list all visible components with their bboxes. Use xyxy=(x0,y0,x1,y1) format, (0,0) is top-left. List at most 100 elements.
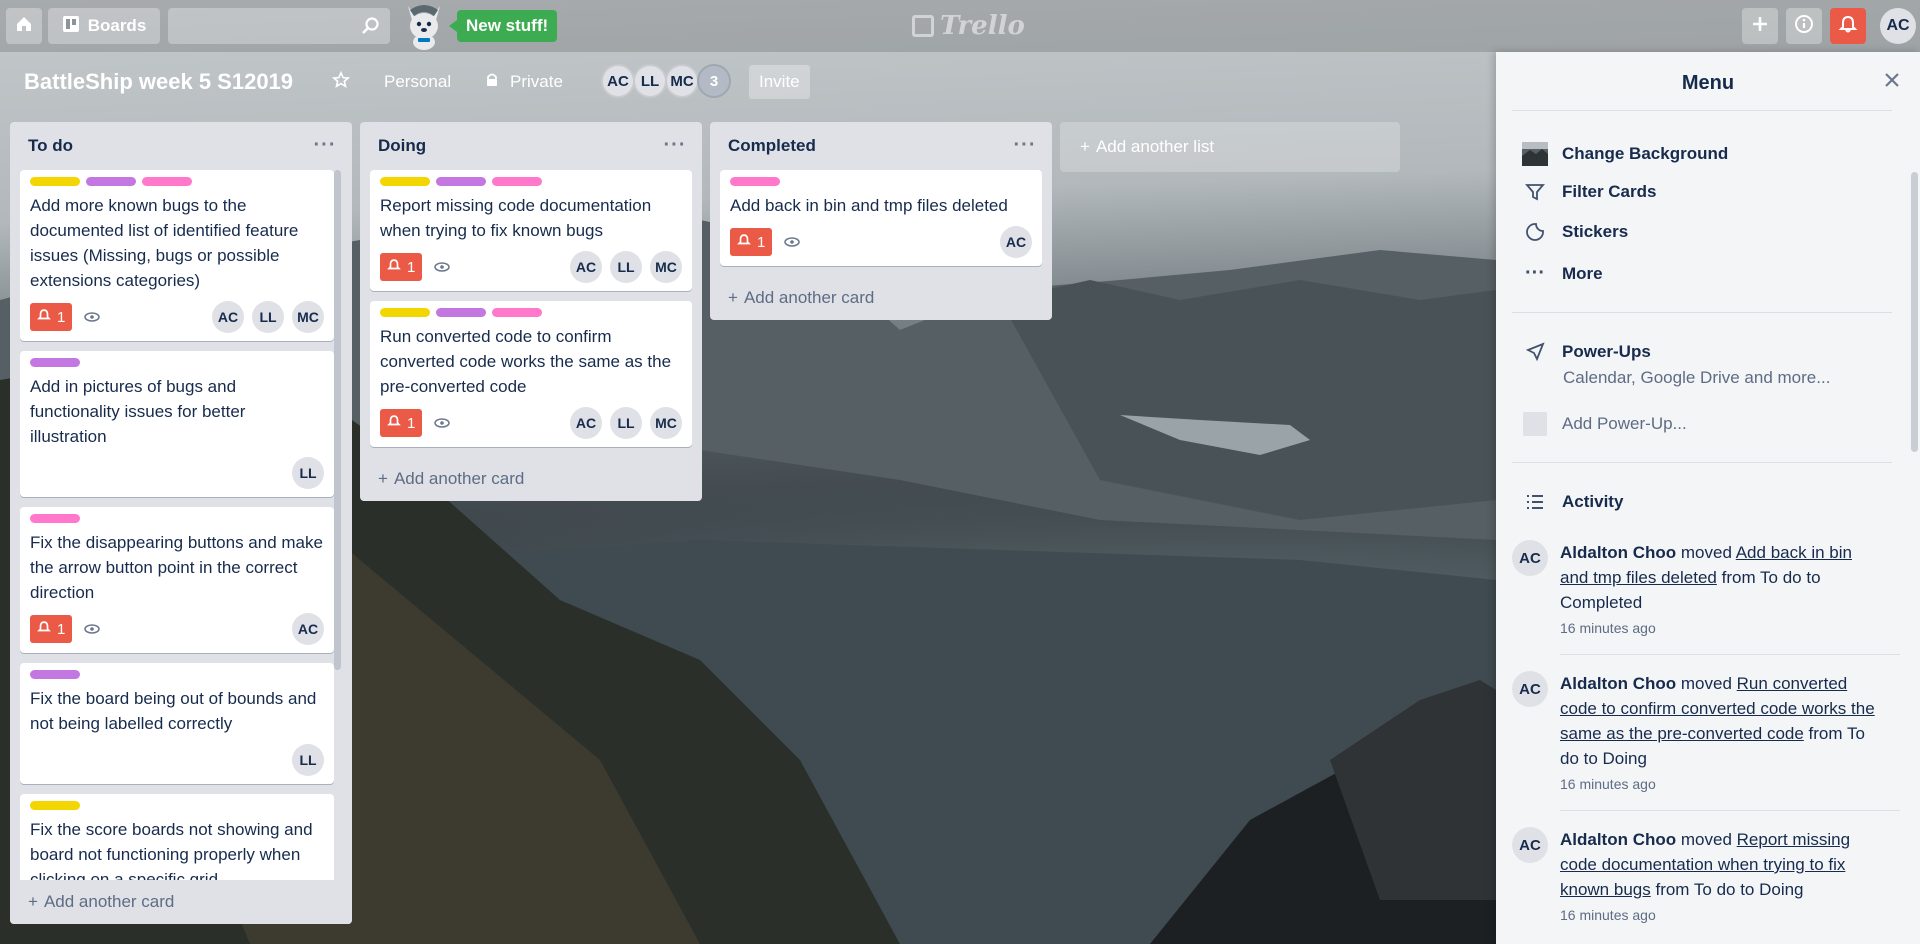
list-title[interactable]: Doing xyxy=(378,136,426,156)
activity-user[interactable]: Aldalton Choo xyxy=(1560,674,1676,693)
list-menu-icon[interactable]: ··· xyxy=(1012,132,1038,158)
card-member-avatar[interactable]: LL xyxy=(292,457,324,489)
activity-user[interactable]: Aldalton Choo xyxy=(1560,543,1676,562)
star-board-button[interactable] xyxy=(324,64,358,100)
list-menu-icon[interactable]: ··· xyxy=(662,132,688,158)
visibility-label: Private xyxy=(510,72,563,91)
add-card-button[interactable]: + Add another card xyxy=(710,276,1052,320)
card-member-avatar[interactable]: MC xyxy=(650,407,682,439)
list-title[interactable]: To do xyxy=(28,136,73,156)
activity-avatar[interactable]: AC xyxy=(1512,671,1548,707)
activity-time[interactable]: 16 minutes ago xyxy=(1560,615,1880,641)
card[interactable]: Fix the board being out of bounds and no… xyxy=(20,663,334,784)
label-yellow xyxy=(380,177,430,186)
search-icon[interactable] xyxy=(360,16,380,39)
label-pink xyxy=(30,514,80,523)
notification-badge: 1 xyxy=(30,615,73,643)
list-title[interactable]: Completed xyxy=(728,136,816,156)
change-background-item[interactable]: Change Background xyxy=(1522,142,1728,166)
notifications-button[interactable] xyxy=(1830,8,1866,44)
card-member-avatar[interactable]: AC xyxy=(212,301,244,333)
activity-verb: moved xyxy=(1680,830,1732,849)
power-ups-item[interactable]: Power-Ups xyxy=(1522,342,1651,362)
card-title: Add back in bin and tmp files deleted xyxy=(730,196,1008,215)
card[interactable]: Report missing code documentation when t… xyxy=(370,170,692,291)
card[interactable]: Run converted code to confirm converted … xyxy=(370,301,692,447)
new-stuff-button[interactable]: New stuff! xyxy=(448,10,558,42)
plus-icon: + xyxy=(728,288,738,307)
card-member-avatar[interactable]: MC xyxy=(650,251,682,283)
add-card-label: Add another card xyxy=(43,892,175,911)
card-member-avatar[interactable]: AC xyxy=(570,251,602,283)
notification-count: 1 xyxy=(57,308,66,326)
list-header[interactable]: Doing ··· xyxy=(360,122,702,170)
card[interactable]: Fix the score boards not showing and boa… xyxy=(20,794,334,880)
menu-title: Menu xyxy=(1681,72,1735,94)
add-list-label: Add another list xyxy=(1095,137,1215,156)
label-yellow xyxy=(380,308,430,317)
card[interactable]: Add back in bin and tmp files deleted 1 … xyxy=(720,170,1042,266)
more-members-count[interactable]: 3 xyxy=(697,64,731,98)
team-button[interactable]: Personal xyxy=(376,64,459,100)
filter-cards-item[interactable]: Filter Cards xyxy=(1522,182,1656,202)
card-member-avatar[interactable]: AC xyxy=(292,613,324,645)
card-member-avatar[interactable]: LL xyxy=(610,251,642,283)
more-item[interactable]: ··· More xyxy=(1522,262,1603,285)
close-icon[interactable] xyxy=(1882,70,1902,93)
create-button[interactable] xyxy=(1742,8,1778,44)
stickers-item[interactable]: Stickers xyxy=(1522,222,1628,242)
member-avatar[interactable]: MC xyxy=(665,64,699,98)
trello-logo[interactable]: Trello xyxy=(912,10,1025,42)
list-scrollbar[interactable] xyxy=(334,170,341,670)
card[interactable]: Add more known bugs to the documented li… xyxy=(20,170,334,341)
card-member-avatar[interactable]: AC xyxy=(1000,226,1032,258)
label-purple xyxy=(436,308,486,317)
activity-time[interactable]: 16 minutes ago xyxy=(1560,902,1880,928)
boards-icon xyxy=(62,15,80,38)
notification-badge: 1 xyxy=(380,253,423,281)
card-labels xyxy=(30,670,324,680)
card-member-avatar[interactable]: MC xyxy=(292,301,324,333)
add-card-label: Add another card xyxy=(743,288,875,307)
watch-icon xyxy=(434,262,451,272)
add-power-up-item[interactable]: Add Power-Up... xyxy=(1522,412,1687,436)
lock-icon xyxy=(484,72,500,93)
notification-count: 1 xyxy=(757,233,766,251)
list-header[interactable]: Completed ··· xyxy=(710,122,1052,170)
list-header[interactable]: To do ··· xyxy=(10,122,352,170)
menu-scrollbar[interactable] xyxy=(1911,172,1918,452)
sticker-icon xyxy=(1522,222,1548,242)
invite-button[interactable]: Invite xyxy=(749,65,810,99)
card[interactable]: Add in pictures of bugs and functionalit… xyxy=(20,351,334,497)
boards-button[interactable]: Boards xyxy=(48,8,160,44)
card-member-avatar[interactable]: AC xyxy=(570,407,602,439)
board-title[interactable]: BattleShip week 5 S12019 xyxy=(24,69,293,95)
trello-logo-icon xyxy=(912,15,934,37)
info-button[interactable] xyxy=(1786,8,1822,44)
bell-icon xyxy=(737,233,751,251)
taco-mascot-icon[interactable] xyxy=(402,2,446,53)
card-member-avatar[interactable]: LL xyxy=(252,301,284,333)
activity-avatar[interactable]: AC xyxy=(1512,540,1548,576)
bell-icon xyxy=(37,620,51,638)
home-button[interactable] xyxy=(6,8,42,44)
list-menu-icon[interactable]: ··· xyxy=(312,132,338,158)
plus-icon: + xyxy=(378,469,388,488)
member-avatar[interactable]: AC xyxy=(601,64,635,98)
activity-avatar[interactable]: AC xyxy=(1512,827,1548,863)
member-avatar[interactable]: LL xyxy=(633,64,667,98)
watch-icon xyxy=(84,624,101,634)
list-completed: Completed ··· Add back in bin and tmp fi… xyxy=(710,122,1052,320)
activity-user[interactable]: Aldalton Choo xyxy=(1560,830,1676,849)
card[interactable]: Fix the disappearing buttons and make th… xyxy=(20,507,334,653)
visibility-button[interactable]: Private xyxy=(476,64,571,100)
add-card-button[interactable]: + Add another card xyxy=(360,457,702,501)
card-member-avatar[interactable]: LL xyxy=(610,407,642,439)
card-member-avatar[interactable]: LL xyxy=(292,744,324,776)
boards-label: Boards xyxy=(87,16,147,35)
add-list-button[interactable]: + Add another list xyxy=(1060,122,1400,172)
user-avatar[interactable]: AC xyxy=(1880,8,1916,44)
activity-time[interactable]: 16 minutes ago xyxy=(1560,771,1880,797)
add-card-button[interactable]: + Add another card xyxy=(10,880,352,924)
search-input[interactable] xyxy=(168,8,390,44)
